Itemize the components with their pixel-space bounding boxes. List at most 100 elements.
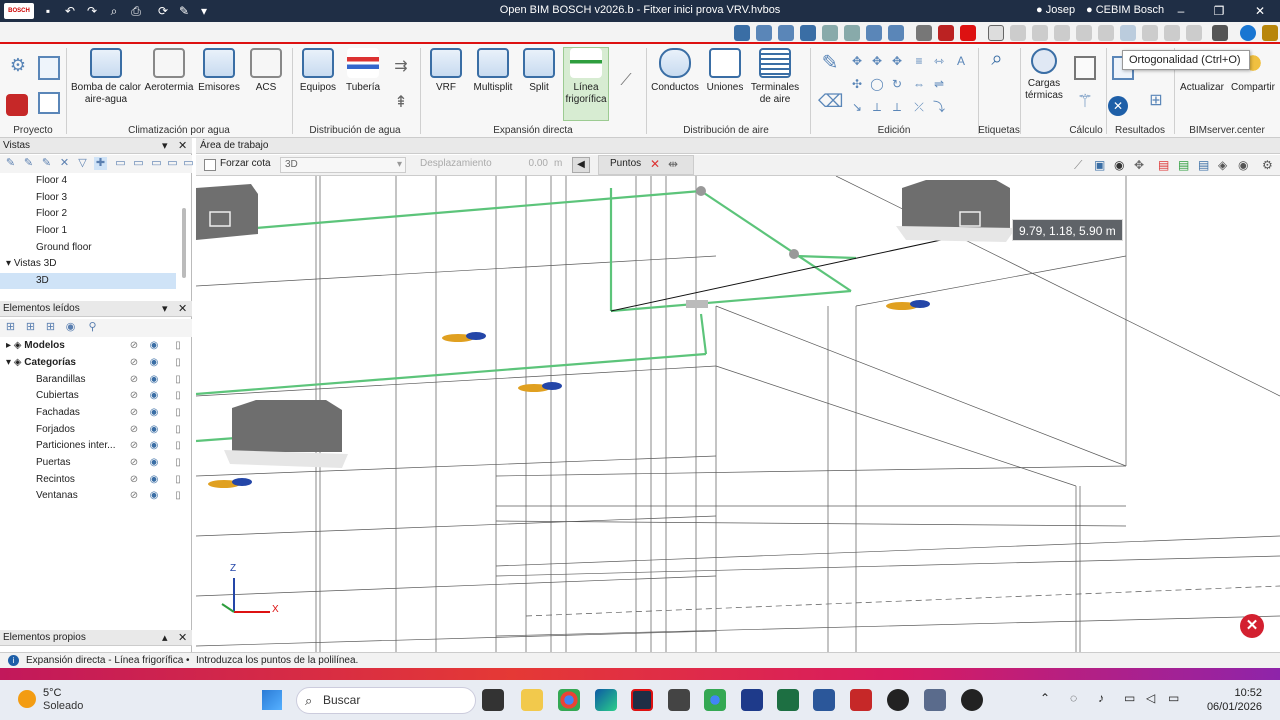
word-icon[interactable] (813, 689, 835, 711)
bosch-project-icon[interactable] (6, 94, 28, 116)
tray-icon[interactable]: ▭ (1124, 691, 1135, 705)
tray-chevron-icon[interactable]: ⌃ (1040, 691, 1050, 705)
view-icon[interactable]: ▭ (182, 157, 195, 170)
tool-icon[interactable] (734, 25, 750, 41)
rotate-icon[interactable]: ↻ (890, 77, 904, 91)
volume-icon[interactable]: ◁ (1146, 691, 1155, 705)
layer-color-icon[interactable]: ◉ (148, 457, 160, 469)
tree-floor[interactable]: Floor 1 (36, 223, 67, 239)
multisplit-button[interactable]: Multisplit (470, 48, 516, 94)
settings-icon[interactable]: ⚙ (8, 56, 28, 78)
category-item[interactable]: Particiones inter... (36, 438, 115, 454)
tree-floor[interactable]: Floor 4 (36, 173, 67, 189)
battery-icon[interactable]: ▭ (1168, 691, 1179, 705)
account-name[interactable]: ● CEBIM Bosch (1086, 4, 1164, 16)
measure-icon[interactable]: ⟋ (1074, 158, 1082, 173)
magic-wand-icon[interactable]: ⚚ (1074, 92, 1096, 116)
stack-icon[interactable]: ◈ (1218, 158, 1227, 172)
settings-icon[interactable]: ⚙ (1262, 158, 1273, 172)
lock-icon[interactable]: ▯ (172, 340, 184, 352)
view-icon[interactable]: ▭ (132, 157, 145, 170)
lock-icon[interactable]: ▯ (172, 424, 184, 436)
tool-icon[interactable] (938, 25, 954, 41)
page-icon[interactable] (38, 92, 60, 114)
filter-icon[interactable]: ⚲ (86, 321, 99, 334)
category-item[interactable]: Fachadas (36, 405, 80, 421)
layers-icon[interactable]: ▤ (1158, 158, 1169, 172)
tree-results-icon[interactable]: ⊞ (1146, 93, 1166, 116)
layers-icon[interactable]: ▤ (1198, 158, 1209, 172)
lock-icon[interactable]: ▯ (172, 357, 184, 369)
category-item[interactable]: Recintos (36, 472, 75, 488)
visibility-toggle-icon[interactable]: ⊘ (128, 407, 140, 419)
resize-icon[interactable]: ⇿ (932, 54, 946, 68)
tool-icon[interactable] (778, 25, 794, 41)
document-icon[interactable] (38, 56, 60, 80)
forzar-cota-checkbox[interactable] (204, 159, 216, 171)
tool-icon[interactable] (1142, 25, 1158, 41)
close-tool-icon[interactable] (1186, 25, 1202, 41)
close-button[interactable]: ✕ (1249, 2, 1271, 20)
copy-view-icon[interactable]: ✎ (40, 157, 53, 170)
collapse-icon[interactable]: ▾ (162, 138, 168, 154)
tool-icon[interactable] (756, 25, 772, 41)
paint-icon[interactable]: ⤵ (932, 100, 946, 114)
clock-time[interactable]: 10:52 (1212, 687, 1262, 699)
mode-select[interactable]: 3D ▾ (280, 157, 406, 173)
pipe-fitting-icon[interactable]: ⇉ (388, 59, 414, 80)
tool-icon[interactable] (1262, 25, 1278, 41)
error-check-icon[interactable]: ✕ (1108, 96, 1128, 116)
layer-color-icon[interactable]: ◉ (148, 407, 160, 419)
lock-icon[interactable]: ▯ (172, 374, 184, 386)
excel-icon[interactable] (777, 689, 799, 711)
stretch-icon[interactable]: ≡ (912, 54, 926, 68)
calculator-icon[interactable] (1074, 56, 1096, 80)
pdf-icon[interactable] (850, 689, 872, 711)
tool-icon[interactable] (988, 25, 1004, 41)
chrome-profile-icon[interactable] (704, 689, 726, 711)
layer-color-icon[interactable]: ◉ (148, 440, 160, 452)
uniones-button[interactable]: Uniones (702, 48, 748, 94)
bomba-calor-button[interactable]: Bomba de calor aire-agua (70, 48, 142, 106)
cancel-operation-icon[interactable]: ✕ (1240, 614, 1264, 638)
layer-color-icon[interactable]: ◉ (148, 424, 160, 436)
lock-icon[interactable]: ▯ (172, 407, 184, 419)
user-name[interactable]: ● Josep (1036, 4, 1075, 16)
layer-color-icon[interactable]: ◉ (148, 357, 160, 369)
task-view-icon[interactable] (482, 689, 504, 711)
cube-icon[interactable]: ▣ (1094, 158, 1105, 172)
align-icon[interactable]: ✥ (890, 54, 904, 68)
tuberia-button[interactable]: Tubería (342, 48, 384, 94)
chatgpt-icon[interactable] (887, 689, 909, 711)
lock-icon[interactable]: ▯ (172, 490, 184, 502)
windows-start-icon[interactable] (262, 690, 282, 710)
orbit-icon[interactable]: ✥ (1134, 158, 1144, 172)
category-item[interactable]: Ventanas (36, 488, 78, 504)
text-icon[interactable]: A (954, 54, 968, 68)
tag-search-icon[interactable]: ⌕ (984, 49, 1010, 78)
visibility-toggle-icon[interactable]: ⊘ (128, 440, 140, 452)
tool-icon[interactable] (1212, 25, 1228, 41)
tool-icon[interactable] (1164, 25, 1180, 41)
chrome-icon[interactable] (558, 689, 580, 711)
visibility-icon[interactable]: ◉ (1238, 158, 1248, 172)
aerotermia-button[interactable]: Aerotermia (144, 48, 194, 94)
taskbar-search[interactable]: ⌕ Buscar (296, 687, 476, 714)
orthogonality-icon[interactable] (1120, 25, 1136, 41)
visibility-toggle-icon[interactable]: ⊘ (128, 357, 140, 369)
visibility-toggle-icon[interactable]: ⊘ (128, 424, 140, 436)
app-icon[interactable] (741, 689, 763, 711)
edit-view-icon[interactable]: ✎ (22, 157, 35, 170)
app-icon[interactable] (924, 689, 946, 711)
visibility-toggle-icon[interactable]: ⊘ (128, 374, 140, 386)
visibility-toggle-icon[interactable]: ⊘ (128, 340, 140, 352)
weather-temp[interactable]: 5°C (43, 687, 61, 699)
close-panel-icon[interactable]: ✕ (178, 138, 187, 154)
node-icon[interactable]: ⤫ (912, 100, 926, 114)
3d-model-canvas[interactable] (196, 176, 1280, 652)
pan-icon[interactable] (844, 25, 860, 41)
tree-floor[interactable]: Ground floor (36, 240, 92, 256)
visibility-toggle-icon[interactable]: ⊘ (128, 390, 140, 402)
category-item[interactable]: Puertas (36, 455, 70, 471)
acs-button[interactable]: ACS (244, 48, 288, 94)
